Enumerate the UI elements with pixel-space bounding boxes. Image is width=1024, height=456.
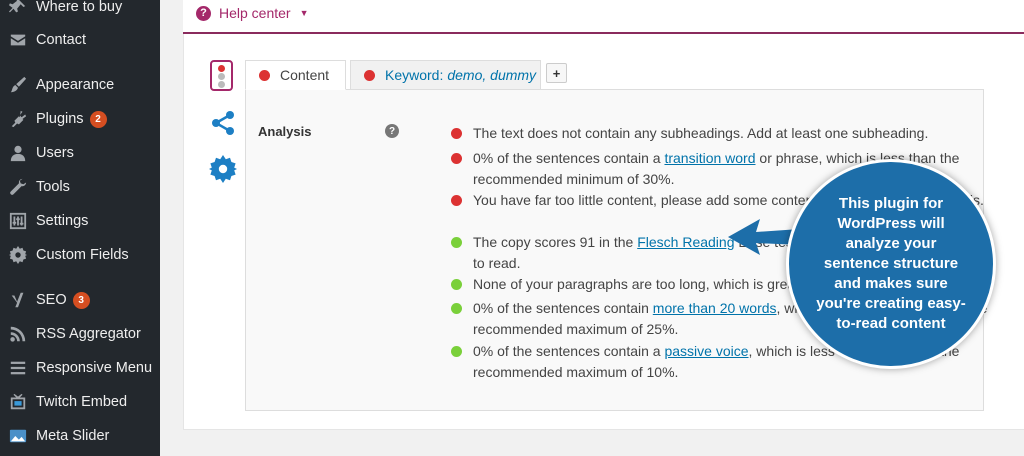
sidebar-item-label: Responsive Menu: [36, 360, 153, 376]
result-text: The copy scores 91 in the: [473, 234, 638, 250]
update-count-badge: 2: [89, 110, 107, 128]
status-dot-bad: [451, 195, 462, 206]
yoast-icon: [8, 290, 28, 310]
sidebar-item-plugins[interactable]: Plugins 2: [0, 104, 160, 134]
annotation-callout: This plugin for WordPress will analyze y…: [786, 159, 996, 369]
help-center-label: Help center: [219, 5, 291, 21]
callout-text: This plugin for WordPress will analyze y…: [816, 195, 966, 332]
tab-label: Content: [280, 67, 330, 83]
status-dot-good: [451, 237, 462, 248]
gear-icon[interactable]: [209, 155, 237, 183]
result-text: 0% of the sentences contain: [473, 300, 653, 316]
status-dot-bad: [451, 128, 462, 139]
sidebar-item-appearance[interactable]: Appearance: [0, 70, 160, 100]
result-text: 0% of the sentences contain a: [473, 150, 665, 166]
image-icon: [8, 426, 28, 446]
sidebar-item-label: Plugins: [36, 111, 84, 127]
status-dot-good: [451, 279, 462, 290]
sidebar-item-label: Meta Slider: [36, 428, 110, 444]
help-center-toggle[interactable]: ? Help center ▼: [196, 5, 309, 21]
sidebar-item-custom-fields[interactable]: Custom Fields: [0, 240, 160, 270]
sidebar-item-users[interactable]: Users: [0, 138, 160, 168]
status-dot-bad: [259, 69, 270, 81]
wrench-icon: [8, 177, 28, 197]
seo-notification-badge: 3: [72, 291, 90, 309]
help-bar: ? Help center ▼: [183, 0, 1024, 34]
share-icon[interactable]: [210, 110, 236, 136]
flesch-reading-link[interactable]: Flesch Reading: [637, 234, 734, 250]
transition-word-link[interactable]: transition word: [664, 150, 755, 166]
question-icon: ?: [196, 5, 211, 21]
analysis-label: Analysis: [258, 124, 312, 139]
sidebar-item-label: Users: [36, 145, 74, 161]
tab-label: Keyword:: [385, 67, 444, 83]
help-icon[interactable]: ?: [385, 124, 399, 138]
result-text: None of your paragraphs are too long, wh…: [473, 276, 803, 292]
admin-sidebar: Where to buy Contact Appearance Plugins …: [0, 0, 160, 456]
sidebar-item-responsive-menu[interactable]: Responsive Menu: [0, 353, 160, 383]
sidebar-item-label: Twitch Embed: [36, 394, 128, 410]
sidebar-item-contact[interactable]: Contact: [0, 25, 160, 55]
sidebar-item-label: Where to buy: [36, 0, 123, 15]
caret-down-icon: ▼: [299, 8, 309, 18]
plug-icon: [8, 109, 28, 129]
tab-keyword[interactable]: Keyword: demo, dummy: [350, 60, 541, 90]
sidebar-item-label: SEO: [36, 292, 67, 308]
hamburger-icon: [8, 358, 28, 378]
user-icon: [8, 143, 28, 163]
envelope-icon: [8, 30, 28, 50]
sentence-length-link[interactable]: more than 20 words: [653, 300, 777, 316]
sidebar-item-seo[interactable]: SEO 3: [0, 285, 160, 315]
tab-content[interactable]: Content: [245, 60, 346, 90]
rss-icon: [8, 324, 28, 344]
status-dot-good: [451, 346, 462, 357]
sidebar-item-settings[interactable]: Settings: [0, 206, 160, 236]
pin-icon: [8, 0, 28, 17]
sidebar-item-tools[interactable]: Tools: [0, 172, 160, 202]
sidebar-item-where-to-buy[interactable]: Where to buy: [0, 0, 160, 22]
paintbrush-icon: [8, 75, 28, 95]
sidebar-item-label: Appearance: [36, 77, 115, 93]
sliders-icon: [8, 211, 28, 231]
sidebar-item-label: Settings: [36, 213, 89, 229]
add-keyword-button[interactable]: +: [546, 63, 567, 83]
sidebar-item-meta-slider[interactable]: Meta Slider: [0, 421, 160, 451]
gear-icon: [8, 245, 28, 265]
sidebar-item-label: RSS Aggregator: [36, 326, 141, 342]
result-text: 0% of the sentences contain a: [473, 343, 665, 359]
sidebar-item-twitch-embed[interactable]: Twitch Embed: [0, 387, 160, 417]
status-dot-good: [451, 303, 462, 314]
traffic-light-icon[interactable]: [210, 60, 233, 91]
result-text: The text does not contain any subheading…: [473, 125, 929, 141]
sidebar-item-rss-aggregator[interactable]: RSS Aggregator: [0, 319, 160, 349]
status-dot-bad: [451, 153, 462, 164]
sidebar-item-label: Custom Fields: [36, 247, 129, 263]
keyword-value: demo, dummy: [447, 67, 537, 83]
status-dot-bad: [364, 69, 375, 81]
sidebar-item-label: Contact: [36, 32, 86, 48]
sidebar-item-label: Tools: [36, 179, 70, 195]
tv-icon: [8, 392, 28, 412]
passive-voice-link[interactable]: passive voice: [664, 343, 748, 359]
